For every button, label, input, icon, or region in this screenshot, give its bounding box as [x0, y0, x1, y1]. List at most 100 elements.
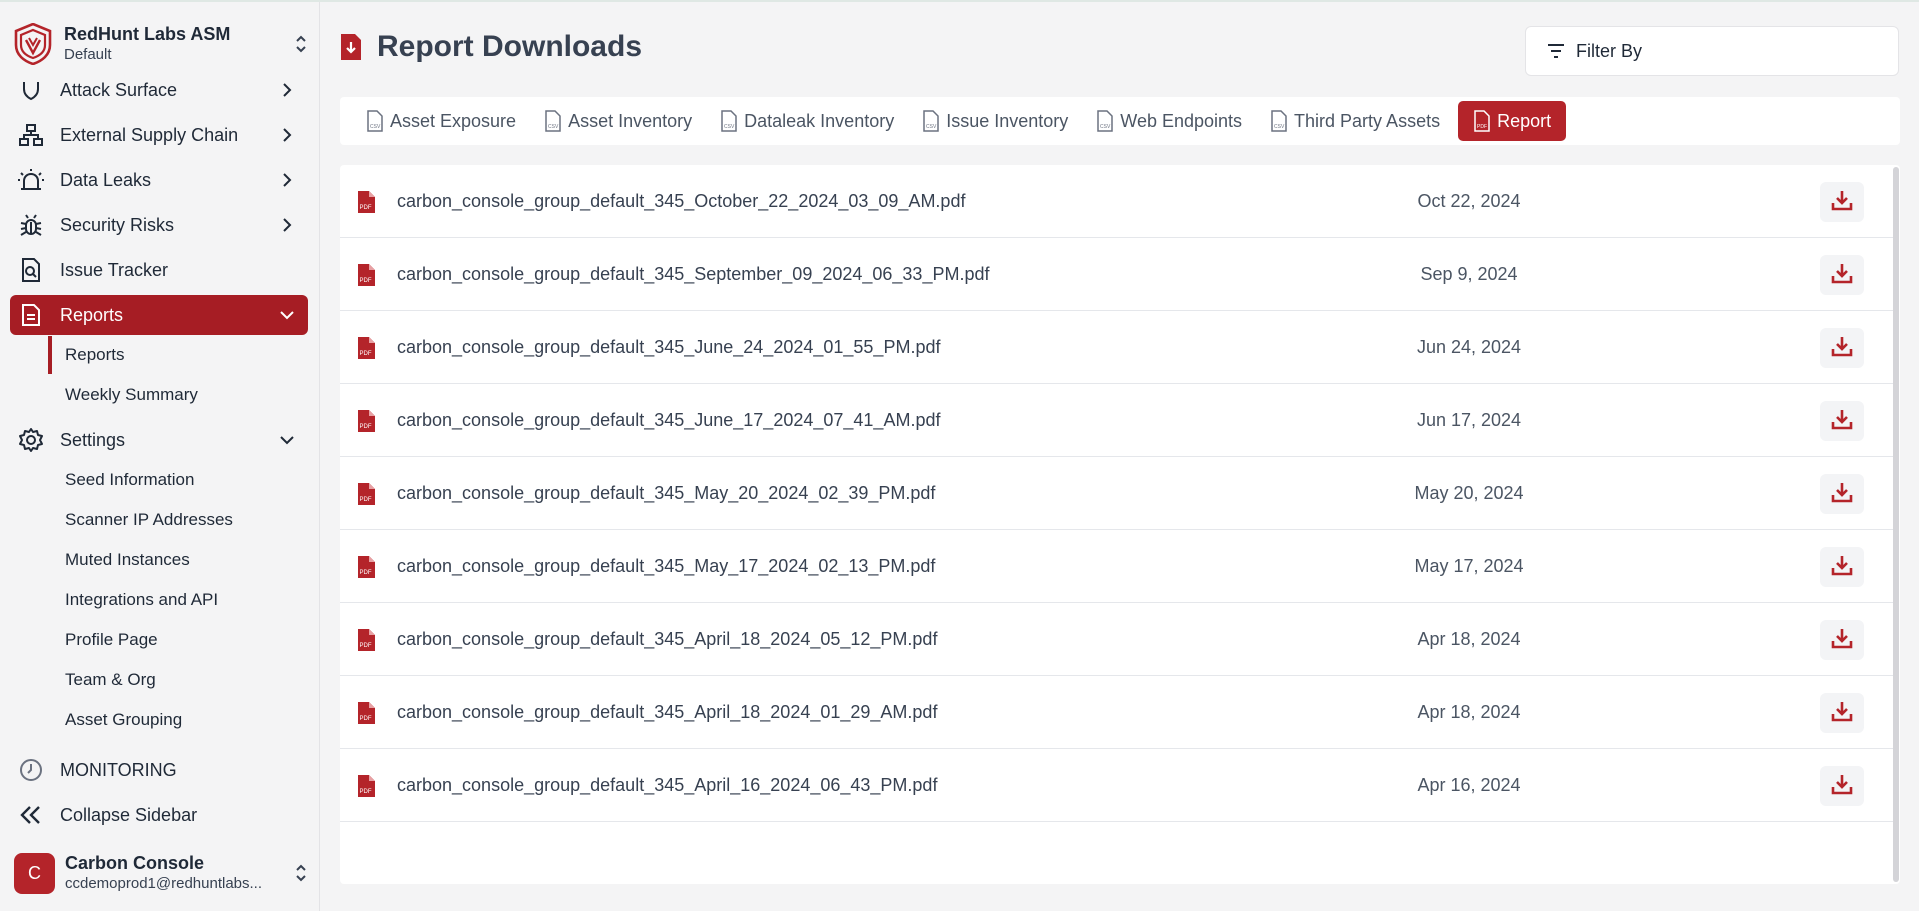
csv-file-icon: CSV [1097, 110, 1114, 132]
pdf-file-icon: PDF [356, 263, 376, 287]
sidebar-item-attack-surface[interactable]: Attack Surface [10, 70, 308, 110]
chevron-down-icon [276, 304, 298, 326]
tab-web-endpoints[interactable]: CSV Web Endpoints [1086, 101, 1252, 141]
report-filename: carbon_console_group_default_345_October… [397, 190, 966, 211]
sidebar-subitem-asset-grouping[interactable]: Asset Grouping [48, 701, 308, 739]
table-row: PDF carbon_console_group_default_345_May_… [340, 457, 1893, 530]
page-header: Report Downloads [339, 30, 642, 64]
sidebar-item-security-risks[interactable]: Security Risks [10, 205, 308, 245]
redhunt-logo [14, 23, 52, 65]
sidebar-subitem-muted-instances[interactable]: Muted Instances [48, 541, 308, 579]
download-button[interactable] [1820, 255, 1864, 295]
user-email: ccdemoprod1@redhuntlabs... [65, 875, 263, 892]
svg-text:PDF: PDF [360, 643, 372, 649]
sidebar-subitem-seed-information[interactable]: Seed Information [48, 461, 308, 499]
sidebar-subitem-profile-page[interactable]: Profile Page [48, 621, 308, 659]
svg-text:PDF: PDF [360, 424, 372, 430]
download-button[interactable] [1820, 693, 1864, 733]
report-filename: carbon_console_group_default_345_June_24… [397, 336, 941, 357]
sidebar-item-label: Reports [60, 304, 124, 325]
download-button[interactable] [1820, 182, 1864, 222]
sidebar-item-data-leaks[interactable]: Data Leaks [10, 160, 308, 200]
sidebar-item-label: Attack Surface [60, 79, 178, 100]
filter-by-button[interactable]: Filter By [1525, 26, 1899, 76]
tab-asset-exposure[interactable]: CSV Asset Exposure [356, 101, 526, 141]
report-filename: carbon_console_group_default_345_June_17… [397, 409, 941, 430]
user-menu[interactable]: C Carbon Console ccdemoprod1@redhuntlabs… [14, 848, 310, 898]
org-name: RedHunt Labs ASM [64, 24, 231, 44]
sidebar-item-label: Collapse Sidebar [60, 804, 198, 825]
svg-text:PDF: PDF [1477, 124, 1487, 130]
chevron-right-icon [276, 79, 298, 101]
chevron-right-icon [276, 124, 298, 146]
download-icon [1831, 554, 1853, 581]
svg-text:PDF: PDF [360, 351, 372, 357]
sidebar-subitem-reports[interactable]: Reports [48, 336, 308, 374]
org-switcher[interactable]: RedHunt Labs ASM Default [14, 20, 310, 68]
sidebar-item-monitoring[interactable]: MONITORING [10, 750, 308, 790]
download-icon [1831, 408, 1853, 435]
double-chevron-left-icon [16, 800, 46, 830]
csv-file-icon: CSV [367, 110, 383, 132]
chevron-down-icon [276, 429, 298, 451]
pdf-file-icon: PDF [356, 336, 376, 360]
tab-label: Third Party Assets [1294, 110, 1441, 131]
scrollbar[interactable] [1893, 167, 1899, 882]
pdf-file-icon: PDF [356, 774, 376, 798]
sidebar-subitem-scanner-ip[interactable]: Scanner IP Addresses [48, 501, 308, 539]
sidebar-item-issue-tracker[interactable]: Issue Tracker [10, 250, 308, 290]
download-button[interactable] [1820, 474, 1864, 514]
download-button[interactable] [1820, 547, 1864, 587]
download-button[interactable] [1820, 401, 1864, 441]
report-filename: carbon_console_group_default_345_April_1… [397, 701, 938, 722]
sidebar-subitem-team-org[interactable]: Team & Org [48, 661, 308, 699]
document-icon [16, 300, 46, 330]
report-filename: carbon_console_group_default_345_May_17_… [397, 555, 936, 576]
download-button[interactable] [1820, 620, 1864, 660]
tab-third-party-assets[interactable]: CSV Third Party Assets [1260, 101, 1450, 141]
report-filename: carbon_console_group_default_345_April_1… [397, 774, 938, 795]
sidebar-item-label: MONITORING [60, 759, 177, 780]
tab-asset-inventory[interactable]: CSV Asset Inventory [534, 101, 702, 141]
tab-label: Report [1497, 110, 1552, 131]
report-filename: carbon_console_group_default_345_Septemb… [397, 263, 990, 284]
tab-label: Issue Inventory [946, 110, 1069, 131]
pdf-file-icon: PDF [356, 628, 376, 652]
pdf-file-icon: PDF [356, 701, 376, 725]
shield-icon [16, 75, 46, 105]
pdf-file-icon: PDF [356, 555, 376, 579]
tab-report[interactable]: PDF Report [1458, 101, 1567, 141]
report-date: Jun 24, 2024 [1416, 336, 1522, 357]
csv-file-icon: CSV [1271, 110, 1287, 132]
sidebar-item-reports[interactable]: Reports [10, 295, 308, 335]
filter-label: Filter By [1576, 40, 1643, 61]
table-row: PDF carbon_console_group_default_345_June… [340, 384, 1893, 457]
svg-text:CSV: CSV [548, 124, 559, 130]
collapse-sidebar-button[interactable]: Collapse Sidebar [10, 795, 308, 835]
tab-issue-inventory[interactable]: CSV Issue Inventory [912, 101, 1078, 141]
sidebar-subitem-weekly-summary[interactable]: Weekly Summary [48, 376, 308, 414]
sidebar-item-external-supply-chain[interactable]: External Supply Chain [10, 115, 308, 155]
tab-label: Asset Inventory [568, 110, 693, 131]
siren-icon [16, 165, 46, 195]
download-button[interactable] [1820, 328, 1864, 368]
user-name: Carbon Console [65, 853, 205, 873]
svg-text:PDF: PDF [360, 570, 372, 576]
chevron-right-icon [276, 169, 298, 191]
report-date: May 20, 2024 [1414, 482, 1524, 503]
table-row: PDF carbon_console_group_default_345_May_… [340, 530, 1893, 603]
svg-text:CSV: CSV [926, 124, 937, 130]
csv-file-icon: CSV [923, 110, 939, 132]
svg-text:PDF: PDF [360, 205, 372, 211]
sidebar-item-settings[interactable]: Settings [10, 420, 308, 460]
report-filename: carbon_console_group_default_345_May_20_… [397, 482, 936, 503]
csv-file-icon: CSV [545, 110, 561, 132]
sidebar-subitem-integrations[interactable]: Integrations and API [48, 581, 308, 619]
report-type-tabs: CSV Asset Exposure CSV Asset Inventory C… [340, 97, 1900, 145]
svg-text:PDF: PDF [360, 789, 372, 795]
chevron-up-down-icon [296, 35, 306, 53]
svg-text:PDF: PDF [360, 497, 372, 503]
sidebar-item-label: Settings [60, 429, 126, 450]
download-button[interactable] [1820, 766, 1864, 806]
tab-dataleak-inventory[interactable]: CSV Dataleak Inventory [710, 101, 904, 141]
